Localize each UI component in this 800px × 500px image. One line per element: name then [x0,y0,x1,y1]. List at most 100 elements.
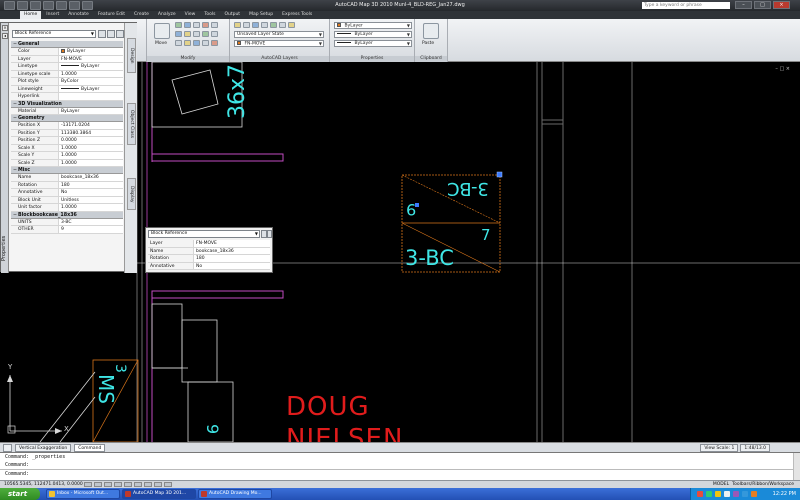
tab-insert[interactable]: Insert [42,11,63,19]
tab-home[interactable]: Home [20,11,42,19]
property-value-cell[interactable]: ByColor [59,78,123,85]
property-value-cell[interactable]: ByLayer [59,48,123,55]
command-input[interactable]: Command: [0,469,800,478]
search-input[interactable]: Type a keyword or phrase [642,2,730,9]
property-value-cell[interactable]: 1.0000 [59,71,123,78]
property-section-header[interactable]: − Geometry [11,115,123,122]
snap-toggle-icon[interactable] [84,482,92,487]
tab-output[interactable]: Output [220,11,244,19]
close-button[interactable]: × [773,1,790,9]
tray-icon[interactable] [733,491,739,497]
property-value-cell[interactable]: ByLayer [59,86,123,93]
property-row[interactable]: Plot style ByColor [11,78,123,86]
taskbar-item-outlook[interactable]: Inbox - Microsoft Out... [46,489,120,499]
grip-handle[interactable] [496,171,503,178]
offset-icon[interactable] [184,40,191,46]
property-row[interactable]: Color ByLayer [11,48,123,56]
mirror-icon[interactable] [175,31,182,37]
layer-off-icon[interactable] [252,22,259,28]
tab-command[interactable]: Command [74,443,106,452]
tab-map-setup[interactable]: Map Setup [245,11,277,19]
property-row[interactable]: Name bookcase_18x36 [11,174,123,182]
property-row[interactable]: Position X -13171.0204 [11,122,123,130]
tray-icon[interactable] [697,491,703,497]
coordinate-readout[interactable]: 10565.5345, 112471.0413, 0.0000 [4,481,83,488]
property-section-header[interactable]: − Blockbookcase_18x36 [11,211,123,219]
property-value-cell[interactable]: 180 [59,182,123,189]
property-row[interactable]: Position Y 113380.3864 [11,129,123,137]
tab-create[interactable]: Create [130,11,153,19]
qp-property-row[interactable]: Layer FN-MOVE [148,240,270,248]
taskbar-item-autocad[interactable]: AutoCAD Map 3D 201... [122,489,196,499]
layer-previous-icon[interactable] [279,22,286,28]
command-window[interactable]: Command: _properties Command: Command: [0,452,800,480]
command-scrollbar[interactable] [793,453,800,480]
layer-state-combo[interactable]: Unsaved Layer State ▼ [234,31,324,38]
array-icon[interactable] [175,40,182,46]
tab-model-icon[interactable] [3,443,12,452]
property-section-header[interactable]: −3D Visualization [11,100,123,108]
tab-view[interactable]: View [181,11,200,19]
property-value-cell[interactable]: 1.0000 [59,204,123,211]
start-button[interactable]: start [0,488,40,500]
property-row[interactable]: Annotative No [11,189,123,197]
qp-object-type-selector[interactable]: Block Reference ▼ [148,230,260,238]
layer-lock-icon[interactable] [261,22,268,28]
scale-value[interactable]: 1:48/13.0 [740,444,770,452]
tab-display[interactable]: Display [127,178,136,210]
view-scale-button[interactable]: View Scale: 1 [700,444,739,452]
join-icon[interactable] [202,40,209,46]
minimize-button[interactable]: – [735,1,752,9]
property-value-cell[interactable]: No [59,189,123,196]
toolbar-lock-button[interactable]: Toolbars/Ribbon/Workspace [732,481,794,488]
lineweight-combo[interactable]: ByLayer ▼ [334,40,412,47]
property-row[interactable]: Scale X 1.0000 [11,144,123,152]
grid-toggle-icon[interactable] [94,482,102,487]
osnap-toggle-icon[interactable] [124,482,132,487]
viewport-controls[interactable]: – □ × [775,66,790,72]
tray-icon[interactable] [742,491,748,497]
property-row[interactable]: Hyperlink [11,93,123,101]
layer-combo[interactable]: FN-MOVE ▼ [234,40,324,47]
qp-property-row[interactable]: Name bookcase_18x36 [148,247,270,255]
clock[interactable]: 12:22 PM [773,488,796,500]
erase-icon[interactable] [202,22,209,28]
quick-properties-popup[interactable]: Block Reference ▼ Layer FN-MOVE Name bookca… [145,227,273,273]
dynamic-input-icon[interactable] [144,482,152,487]
property-row[interactable]: Unit factor 1.0000 [11,204,123,212]
property-row[interactable]: Position Z 0.0000 [11,137,123,145]
qp-property-value[interactable]: 180 [194,255,270,262]
qp-property-row[interactable]: Rotation 180 [148,255,270,263]
polar-toggle-icon[interactable] [114,482,122,487]
color-combo[interactable]: ByLayer ▼ [334,22,412,29]
property-row[interactable]: Layer FN-MOVE [11,55,123,63]
copy-icon[interactable] [211,22,218,28]
explode-icon[interactable] [193,31,200,37]
property-row[interactable]: Scale Z 1.0000 [11,159,123,167]
property-value-cell[interactable]: 0.0000 [59,137,123,144]
layer-isolate-icon[interactable] [288,22,295,28]
property-value-cell[interactable]: FN-MOVE [59,56,123,63]
palette-title-strip[interactable]: × ◂ Properties [1,23,9,273]
property-row[interactable]: Material ByLayer [11,107,123,115]
maximize-button[interactable]: □ [754,1,771,9]
property-value-cell[interactable]: 3-BC [59,219,123,226]
extend-icon[interactable] [193,22,200,28]
property-row[interactable]: Rotation 180 [11,181,123,189]
qp-property-row[interactable]: Annotative No [148,262,270,270]
property-row[interactable]: Lineweight ByLayer [11,85,123,93]
tray-icon[interactable] [706,491,712,497]
rotate-icon[interactable] [175,22,182,28]
taskbar-item-drawing-monitor[interactable]: AutoCAD Drawing Mo... [198,489,272,499]
tab-annotate[interactable]: Annotate [64,11,93,19]
property-row[interactable]: Block Unit Unitless [11,196,123,204]
trim-icon[interactable] [184,22,191,28]
property-value-cell[interactable]: 1.0000 [59,160,123,167]
property-row[interactable]: OTHER 9 [11,226,123,234]
property-value-cell[interactable]: 1.0000 [59,145,123,152]
tab-express-tools[interactable]: Express Tools [278,11,316,19]
otrack-toggle-icon[interactable] [134,482,142,487]
scale-icon[interactable] [211,31,218,37]
property-value-cell[interactable]: ByLayer [59,63,123,70]
stretch-icon[interactable] [202,31,209,37]
